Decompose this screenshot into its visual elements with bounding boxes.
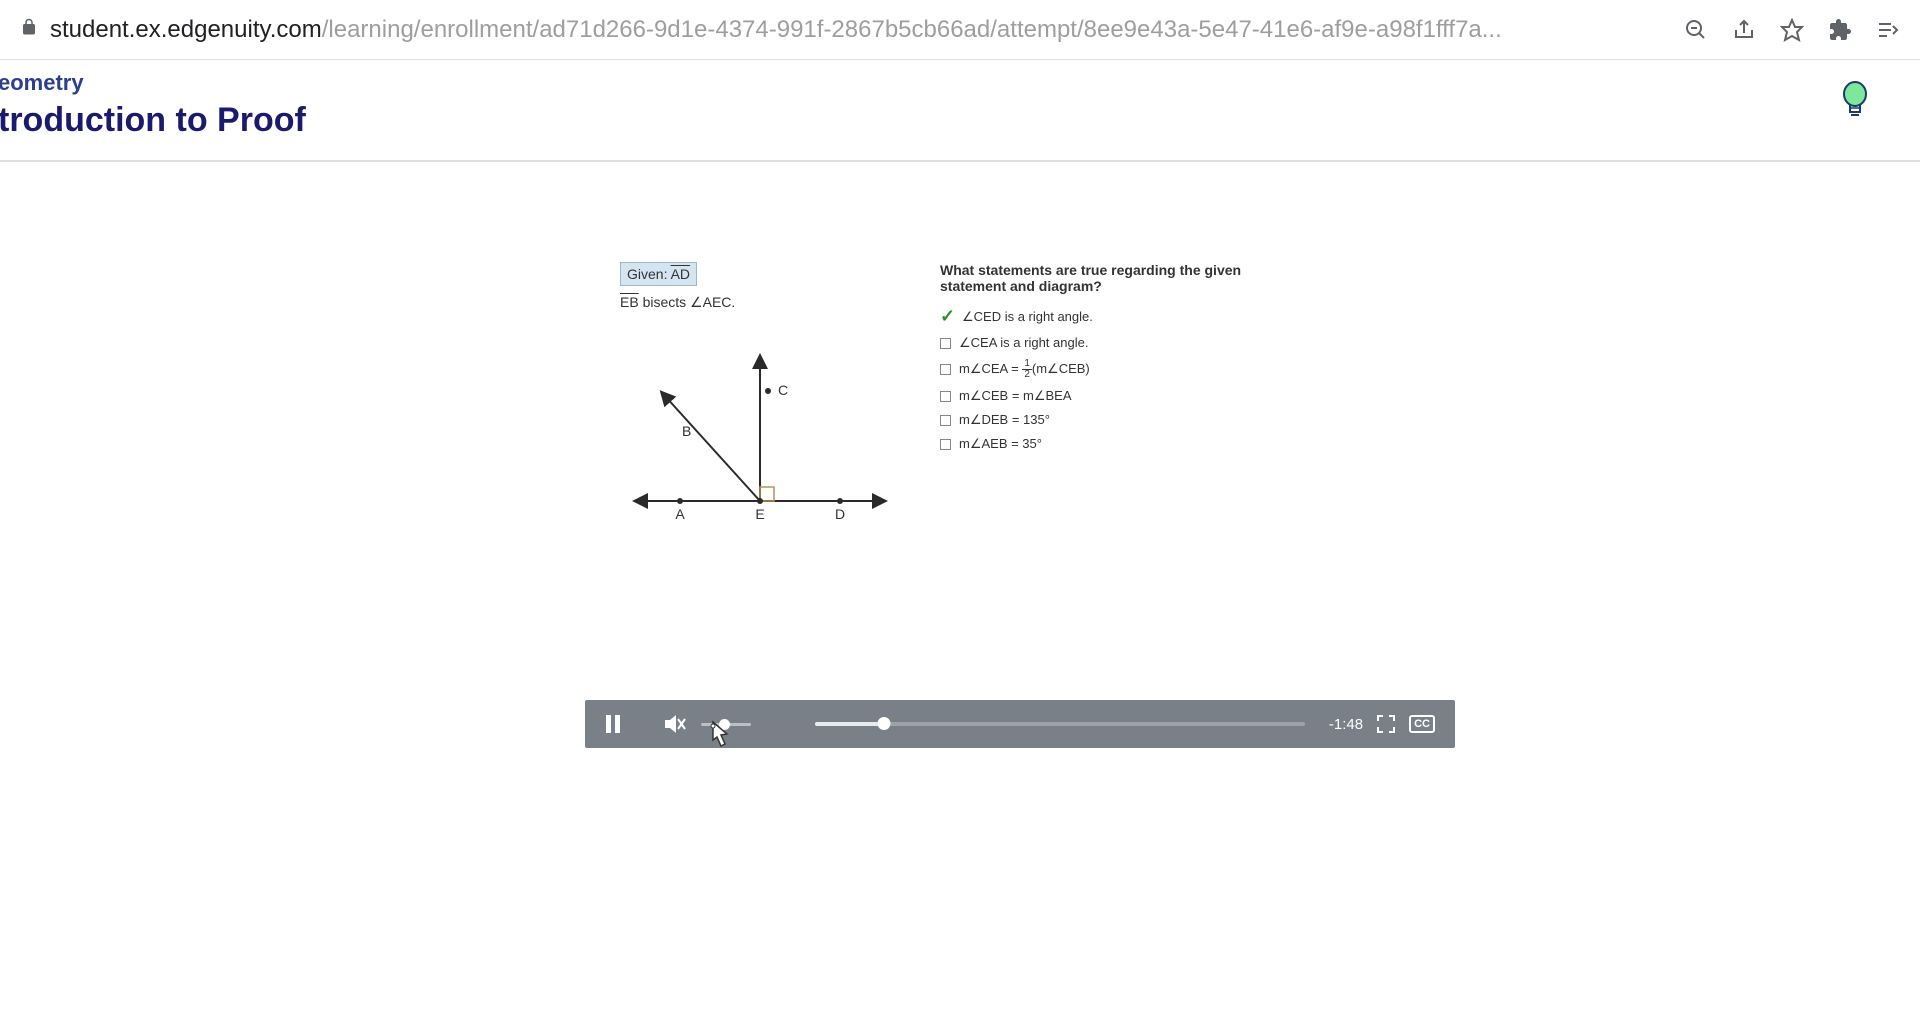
- bisect-statement: EB bisects AEC.: [620, 294, 900, 311]
- checkbox-icon: [940, 338, 951, 349]
- checkbox-icon: [940, 364, 951, 375]
- svg-text:D: D: [835, 506, 845, 522]
- option-text: ∠CED is a right angle.: [962, 309, 1093, 325]
- time-remaining: -1:48: [1329, 716, 1363, 733]
- question-panel: What statements are true regarding the g…: [940, 262, 1300, 546]
- star-icon[interactable]: [1780, 18, 1804, 42]
- mute-button[interactable]: [665, 714, 687, 734]
- option-text: m∠CEB = m∠BEA: [959, 388, 1072, 404]
- option-1[interactable]: ✓ ∠CED is a right angle.: [940, 306, 1300, 327]
- lesson-header: eometry troduction to Proof: [0, 60, 1920, 162]
- lock-icon: [20, 18, 38, 41]
- option-3[interactable]: m∠CEA = 12(m∠CEB): [940, 359, 1300, 380]
- option-6[interactable]: m∠AEB = 35°: [940, 436, 1300, 452]
- zoom-icon[interactable]: [1684, 18, 1708, 42]
- option-text: m∠AEB = 35°: [959, 436, 1042, 452]
- extension-icon[interactable]: [1828, 18, 1852, 42]
- checkbox-icon: [940, 415, 951, 426]
- option-4[interactable]: m∠CEB = m∠BEA: [940, 388, 1300, 404]
- volume-thumb[interactable]: [719, 719, 730, 730]
- option-text: m∠CEA = 12(m∠CEB): [959, 359, 1090, 380]
- video-control-bar: -1:48 CC: [585, 700, 1455, 748]
- checkbox-icon: [940, 391, 951, 402]
- progress-fill: [815, 722, 884, 726]
- fullscreen-button[interactable]: [1377, 715, 1395, 733]
- svg-text:C: C: [778, 382, 788, 398]
- svg-text:E: E: [755, 506, 764, 522]
- geometry-diagram: A E D C B: [620, 341, 900, 541]
- progress-thumb[interactable]: [877, 717, 890, 730]
- question-prompt: What statements are true regarding the g…: [940, 262, 1300, 294]
- progress-bar[interactable]: [815, 722, 1305, 726]
- hint-bulb-icon[interactable]: [1840, 80, 1870, 120]
- lesson-title: troduction to Proof: [0, 101, 1920, 140]
- cc-button[interactable]: CC: [1409, 715, 1435, 733]
- check-icon: ✓: [940, 306, 954, 327]
- course-name: eometry: [0, 70, 1920, 96]
- checkbox-icon: [940, 439, 951, 450]
- diagram-panel: Given: AD EB bisects AEC.: [620, 262, 900, 546]
- video-slide: Given: AD EB bisects AEC.: [620, 262, 1300, 546]
- browser-url-bar: student.ex.edgenuity.com/learning/enroll…: [0, 0, 1920, 60]
- pause-button[interactable]: [605, 715, 621, 733]
- given-label: Given: AD: [620, 262, 697, 286]
- svg-text:B: B: [682, 423, 691, 439]
- option-text: ∠CEA is a right angle.: [959, 335, 1088, 351]
- content-area: Given: AD EB bisects AEC.: [0, 162, 1920, 546]
- url-display[interactable]: student.ex.edgenuity.com/learning/enroll…: [50, 16, 1672, 44]
- svg-text:A: A: [675, 506, 685, 522]
- volume-slider[interactable]: [701, 723, 751, 726]
- browser-action-icons: [1684, 18, 1900, 42]
- option-5[interactable]: m∠DEB = 135°: [940, 412, 1300, 428]
- option-2[interactable]: ∠CEA is a right angle.: [940, 335, 1300, 351]
- share-icon[interactable]: [1732, 18, 1756, 42]
- reading-list-icon[interactable]: [1876, 18, 1900, 42]
- option-text: m∠DEB = 135°: [959, 412, 1050, 428]
